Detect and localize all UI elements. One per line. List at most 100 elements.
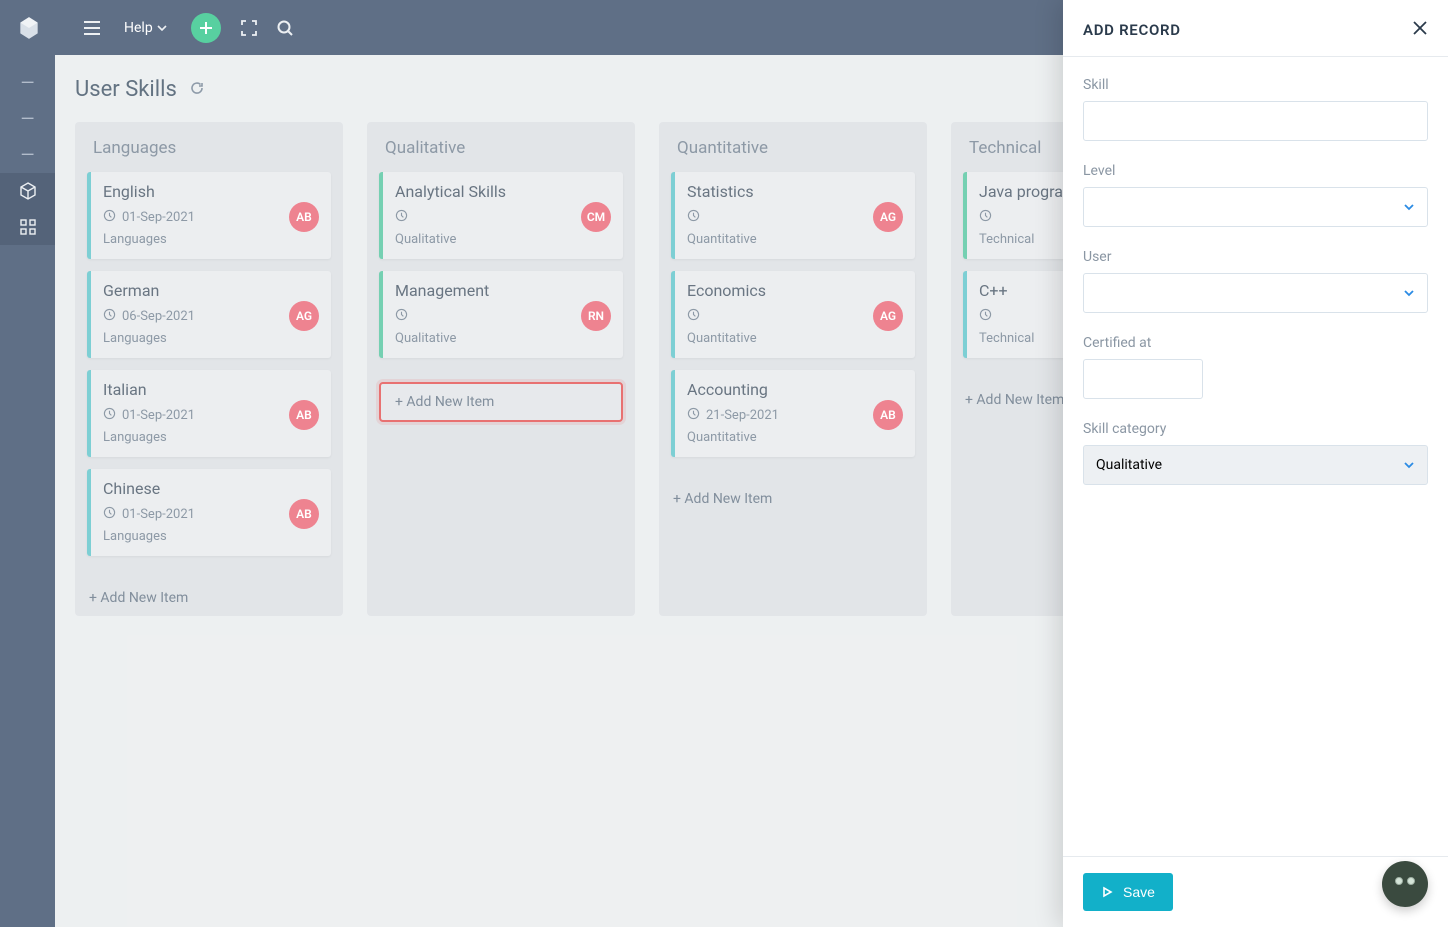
card-date bbox=[687, 308, 903, 325]
card-category: Qualitative bbox=[395, 232, 611, 247]
card-title: Accounting bbox=[687, 380, 903, 399]
card-category: Qualitative bbox=[395, 331, 611, 346]
add-button[interactable] bbox=[191, 13, 221, 43]
page-title: User Skills bbox=[75, 77, 177, 102]
owl-icon bbox=[1394, 877, 1416, 891]
skill-card[interactable]: Accounting 21-Sep-2021 Quantitative AB bbox=[671, 370, 915, 457]
clock-icon bbox=[979, 209, 992, 226]
user-select[interactable] bbox=[1083, 273, 1428, 313]
rail-item-3[interactable]: — bbox=[0, 137, 55, 173]
card-date bbox=[395, 209, 611, 226]
category-value: Qualitative bbox=[1096, 457, 1162, 473]
category-select[interactable]: Qualitative bbox=[1083, 445, 1428, 485]
reload-icon[interactable] bbox=[189, 80, 205, 100]
card-date: 01-Sep-2021 bbox=[103, 407, 319, 424]
rail-item-2[interactable]: — bbox=[0, 101, 55, 137]
clock-icon bbox=[687, 308, 700, 325]
clock-icon bbox=[103, 308, 116, 325]
card-category: Languages bbox=[103, 529, 319, 544]
plus-icon bbox=[199, 21, 213, 35]
card-category: Quantitative bbox=[687, 331, 903, 346]
skill-card[interactable]: English 01-Sep-2021 Languages AB bbox=[87, 172, 331, 259]
card-category: Quantitative bbox=[687, 430, 903, 445]
card-title: English bbox=[103, 182, 319, 201]
panel-header: ADD RECORD bbox=[1063, 0, 1448, 57]
chevron-down-icon bbox=[1403, 457, 1415, 473]
card-date bbox=[687, 209, 903, 226]
rail-item-1[interactable]: — bbox=[0, 65, 55, 101]
card-title: Italian bbox=[103, 380, 319, 399]
card-title: Statistics bbox=[687, 182, 903, 201]
card-title: Economics bbox=[687, 281, 903, 300]
skill-card[interactable]: Italian 01-Sep-2021 Languages AB bbox=[87, 370, 331, 457]
panel-title: ADD RECORD bbox=[1083, 21, 1181, 39]
certified-label: Certified at bbox=[1083, 335, 1428, 351]
level-label: Level bbox=[1083, 163, 1428, 179]
column-title: Qualitative bbox=[367, 122, 635, 172]
column-title: Languages bbox=[75, 122, 343, 172]
card-date: 01-Sep-2021 bbox=[103, 209, 319, 226]
play-icon bbox=[1101, 886, 1113, 898]
skill-card[interactable]: Management Qualitative RN bbox=[379, 271, 623, 358]
skill-card[interactable]: Statistics Quantitative AG bbox=[671, 172, 915, 259]
close-icon[interactable] bbox=[1412, 20, 1428, 40]
chat-widget[interactable] bbox=[1382, 861, 1428, 907]
certified-date-input[interactable] bbox=[1083, 359, 1203, 399]
help-menu[interactable]: Help bbox=[124, 20, 167, 36]
skill-input[interactable] bbox=[1083, 101, 1428, 141]
save-button[interactable]: Save bbox=[1083, 873, 1173, 911]
avatar: CM bbox=[581, 202, 611, 232]
avatar: AG bbox=[873, 202, 903, 232]
card-category: Quantitative bbox=[687, 232, 903, 247]
clock-icon bbox=[103, 506, 116, 523]
add-record-panel: ADD RECORD Skill Level User bbox=[1063, 0, 1448, 927]
column-title: Quantitative bbox=[659, 122, 927, 172]
avatar: AB bbox=[289, 202, 319, 232]
fullscreen-icon[interactable] bbox=[231, 10, 267, 46]
chevron-down-icon bbox=[1403, 199, 1415, 215]
avatar: AG bbox=[873, 301, 903, 331]
card-title: Analytical Skills bbox=[395, 182, 611, 201]
grid-icon bbox=[19, 218, 37, 236]
clock-icon bbox=[395, 308, 408, 325]
avatar: AB bbox=[289, 499, 319, 529]
skill-label: Skill bbox=[1083, 77, 1428, 93]
cube-icon bbox=[18, 181, 38, 201]
rail-item-cube[interactable] bbox=[0, 173, 55, 209]
avatar: AB bbox=[289, 400, 319, 430]
rail-item-grid[interactable] bbox=[0, 209, 55, 245]
board-column: Qualitative Analytical Skills Qualitativ… bbox=[367, 122, 635, 616]
chevron-down-icon bbox=[1403, 285, 1415, 301]
add-new-item[interactable]: + Add New Item bbox=[659, 481, 927, 517]
skill-card[interactable]: Economics Quantitative AG bbox=[671, 271, 915, 358]
search-icon[interactable] bbox=[267, 10, 303, 46]
skill-card[interactable]: Chinese 01-Sep-2021 Languages AB bbox=[87, 469, 331, 556]
chevron-down-icon bbox=[157, 25, 167, 31]
avatar: RN bbox=[581, 301, 611, 331]
add-new-item[interactable]: + Add New Item bbox=[75, 580, 343, 616]
app-logo[interactable] bbox=[16, 15, 42, 41]
user-label: User bbox=[1083, 249, 1428, 265]
clock-icon bbox=[979, 308, 992, 325]
add-new-item[interactable]: + Add New Item bbox=[379, 382, 623, 422]
menu-icon[interactable] bbox=[74, 10, 110, 46]
skill-card[interactable]: Analytical Skills Qualitative CM bbox=[379, 172, 623, 259]
clock-icon bbox=[687, 209, 700, 226]
skill-card[interactable]: German 06-Sep-2021 Languages AG bbox=[87, 271, 331, 358]
board-column: Quantitative Statistics Quantitative AG … bbox=[659, 122, 927, 616]
level-select[interactable] bbox=[1083, 187, 1428, 227]
card-title: Management bbox=[395, 281, 611, 300]
card-date bbox=[395, 308, 611, 325]
save-label: Save bbox=[1123, 884, 1155, 900]
avatar: AG bbox=[289, 301, 319, 331]
category-label: Skill category bbox=[1083, 421, 1428, 437]
help-label: Help bbox=[124, 20, 153, 36]
card-category: Languages bbox=[103, 430, 319, 445]
card-title: German bbox=[103, 281, 319, 300]
card-date: 21-Sep-2021 bbox=[687, 407, 903, 424]
card-title: Chinese bbox=[103, 479, 319, 498]
card-date: 01-Sep-2021 bbox=[103, 506, 319, 523]
card-category: Languages bbox=[103, 232, 319, 247]
clock-icon bbox=[103, 407, 116, 424]
clock-icon bbox=[103, 209, 116, 226]
